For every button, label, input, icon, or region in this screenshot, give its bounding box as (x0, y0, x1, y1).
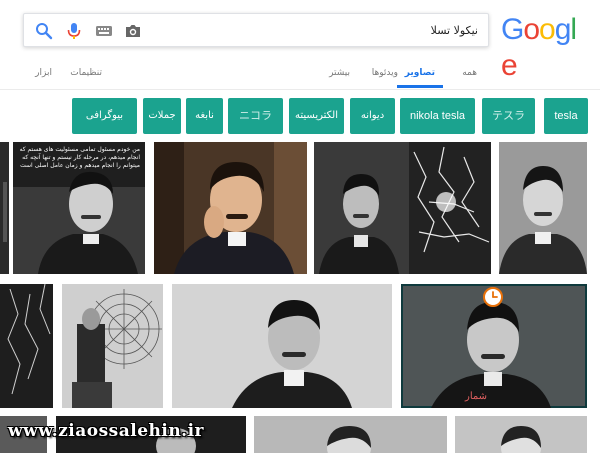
image-results (0, 142, 600, 453)
logo-letter: g (554, 13, 572, 46)
shamar-watermark: شمار (465, 391, 488, 402)
portrait-image (172, 284, 392, 408)
chip-electricity[interactable]: الکتریسیته (289, 98, 344, 134)
clock-icon (483, 287, 503, 307)
image-result[interactable] (254, 416, 447, 453)
chip-nikola-tesla[interactable]: nikola tesla (400, 98, 475, 134)
header-divider (0, 89, 600, 90)
tab-all[interactable]: همه (462, 58, 477, 88)
related-chips: tesla テスラ nikola tesla دیوانه الکتریسیته… (0, 98, 600, 134)
camera-icon[interactable] (123, 21, 143, 41)
google-logo[interactable]: Google (501, 12, 591, 82)
search-box (23, 13, 489, 47)
image-result[interactable] (0, 142, 9, 274)
image-result[interactable] (172, 284, 392, 408)
chip-crazy[interactable]: دیوانه (350, 98, 395, 134)
chip-biography[interactable]: بیوگرافی (72, 98, 137, 134)
keyboard-icon[interactable] (94, 21, 114, 41)
portrait-image (455, 416, 587, 453)
portrait-image (499, 142, 587, 274)
portrait-image (314, 142, 491, 274)
logo-letter: l (570, 13, 577, 46)
tab-more[interactable]: بیشتر (329, 58, 350, 88)
portrait-image (154, 142, 307, 274)
chip-tesla[interactable]: tesla (544, 98, 588, 134)
image-result[interactable] (314, 142, 491, 274)
quote-overlay: من خودم مسئول تمامی مسئولیت های هستم که … (19, 146, 140, 169)
portrait-image (254, 416, 447, 453)
chip-nikola-katakana[interactable]: ニコラ (228, 98, 283, 134)
chip-genius[interactable]: نابغه (186, 98, 223, 134)
logo-letter: o (539, 13, 556, 46)
search-icon[interactable] (34, 21, 54, 41)
image-result[interactable] (154, 142, 307, 274)
logo-letter: G (501, 13, 524, 46)
image-result[interactable] (455, 416, 587, 453)
portrait-image (0, 142, 9, 274)
microphone-icon[interactable] (64, 21, 84, 41)
chip-quotes[interactable]: جملات (143, 98, 181, 134)
portrait-image (0, 284, 53, 408)
portrait-image (62, 284, 163, 408)
image-result[interactable] (0, 284, 53, 408)
search-input[interactable] (198, 14, 478, 46)
tab-tools[interactable]: ابزار (35, 58, 52, 88)
image-result[interactable] (499, 142, 587, 274)
chip-tesla-katakana[interactable]: テスラ (482, 98, 535, 134)
tab-settings[interactable]: تنظیمات (70, 58, 102, 88)
logo-letter: o (523, 13, 540, 46)
image-result[interactable] (62, 284, 163, 408)
tab-videos[interactable]: ویدئوها (372, 58, 398, 88)
tab-images[interactable]: تصاویر (396, 58, 443, 88)
header: Google همه تصاویر ویدئوها بیشتر تنظیمات … (0, 0, 600, 90)
site-watermark: www.ziaossalehin.ir (8, 421, 205, 441)
search-tabs: همه تصاویر ویدئوها بیشتر تنظیمات ابزار (0, 58, 600, 88)
